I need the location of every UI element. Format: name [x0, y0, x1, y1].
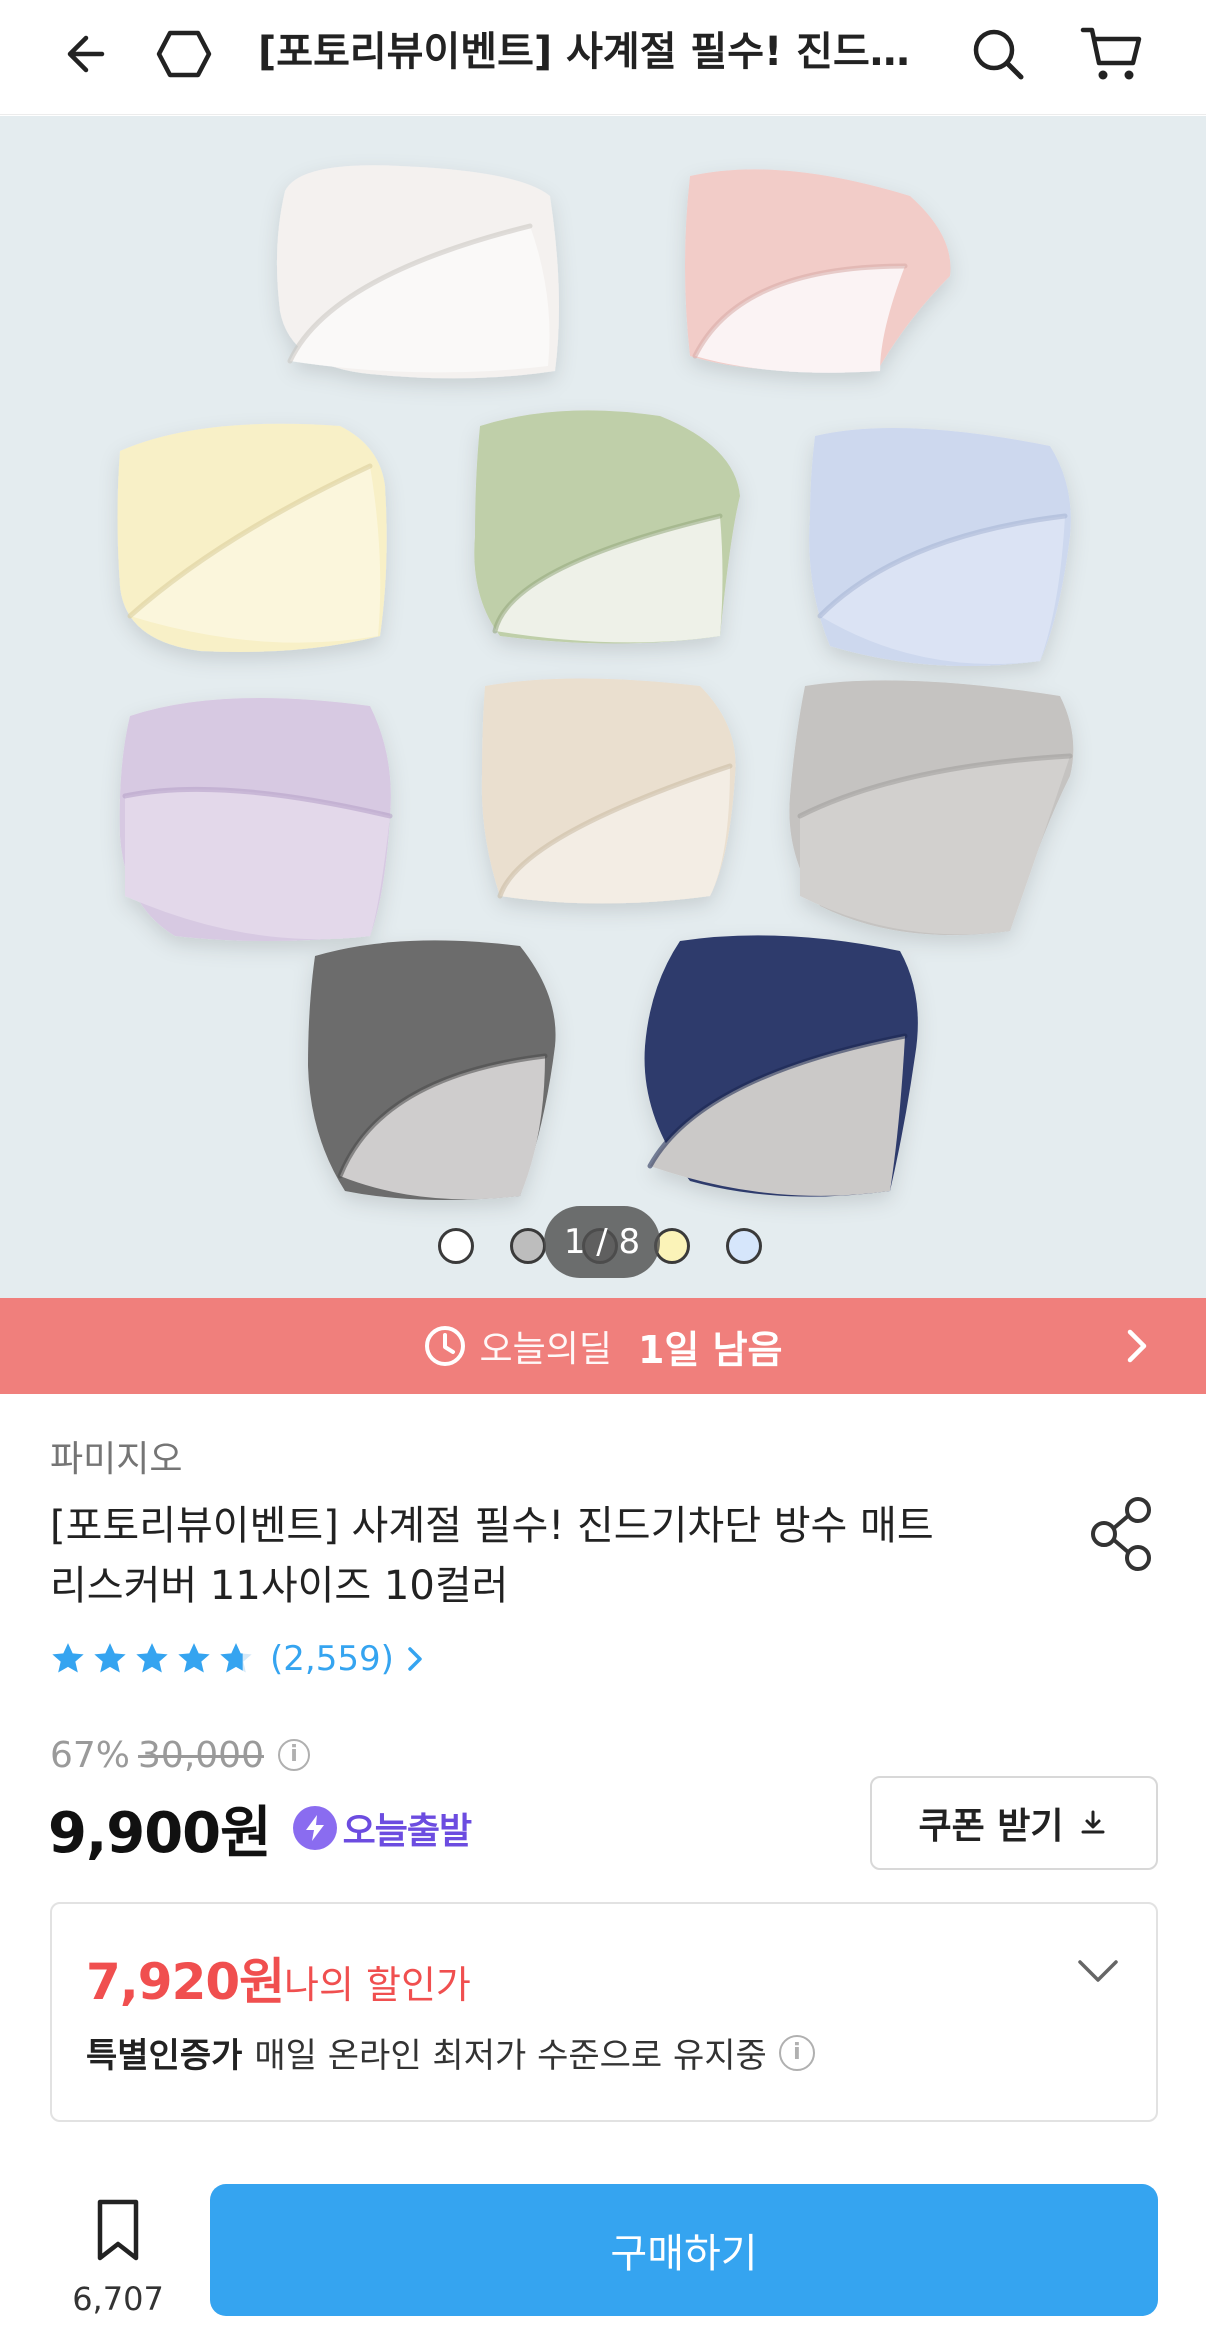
- arrow-left-icon: [67, 35, 105, 73]
- home-button[interactable]: [144, 14, 224, 94]
- product-photo: [117, 165, 1074, 1200]
- search-button[interactable]: [958, 14, 1038, 94]
- swatch-blue[interactable]: [726, 1228, 762, 1264]
- info-icon[interactable]: i: [277, 1739, 310, 1771]
- deal-label: 오늘의딜: [479, 1329, 612, 1370]
- my-discount-label: 나의 할인가: [284, 1963, 471, 2007]
- info-icon[interactable]: i: [778, 2034, 815, 2071]
- cert-title: 특별인증가: [86, 2036, 243, 2076]
- bookmark-icon: [97, 2199, 139, 2261]
- share-button[interactable]: [1086, 1494, 1158, 1574]
- star-icon: [52, 1643, 84, 1673]
- my-discount-price: 7,920원: [86, 1953, 285, 2011]
- lightning-icon: [292, 1806, 337, 1850]
- page-title: [포토리뷰이벤트] 사계절 필수! 진드기차단 방수 매트리스커버 11사이즈 …: [258, 29, 934, 75]
- same-day-shipping-badge: 오늘출발: [292, 1802, 472, 1854]
- shipping-badge-label: 오늘출발: [342, 1811, 472, 1852]
- top-app-bar: [포토리뷰이벤트] 사계절 필수! 진드기차단 방수 매트리스커버 11사이즈 …: [0, 0, 1206, 115]
- swatch-light-gray[interactable]: [510, 1228, 546, 1264]
- sale-price: 9,900원: [48, 1800, 272, 1866]
- my-discount-box[interactable]: 7,920원 나의 할인가 특별인증가 매일 온라인 최저가 수준으로 유지중 …: [50, 1902, 1158, 2122]
- download-icon: [1081, 1810, 1104, 1834]
- deal-remaining: 1일 남음: [637, 1327, 783, 1372]
- special-certified-price: 특별인증가 매일 온라인 최저가 수준으로 유지중 i: [86, 2028, 815, 2077]
- star-icon: [94, 1643, 126, 1673]
- original-price: 30,000: [138, 1734, 264, 1776]
- discount-row: 67% 30,000 i: [50, 1730, 310, 1780]
- brand-name[interactable]: 파미지오: [50, 1430, 182, 1482]
- star-icon: [136, 1643, 168, 1673]
- star-half-icon: [220, 1643, 252, 1673]
- chevron-down-icon[interactable]: [1072, 1950, 1124, 1990]
- product-title: [포토리뷰이벤트] 사계절 필수! 진드기차단 방수 매트리스커버 11사이즈 …: [50, 1503, 934, 1609]
- search-icon: [973, 29, 1024, 80]
- chevron-right-icon: [1127, 1329, 1147, 1363]
- clock-icon: [425, 1326, 466, 1366]
- product-image-gallery[interactable]: 1 / 8: [0, 116, 1206, 1298]
- coupon-button-label: 쿠폰 받기: [918, 1806, 1064, 1847]
- star-rating: [48, 1639, 256, 1679]
- rating-summary[interactable]: (2,559): [48, 1634, 428, 1684]
- price-row: 9,900원 오늘출발: [48, 1790, 472, 1866]
- cart-icon: [1080, 27, 1142, 80]
- cart-button[interactable]: [1072, 14, 1152, 94]
- swatch-white[interactable]: [438, 1228, 474, 1264]
- star-icon: [178, 1643, 210, 1673]
- home-icon: [156, 30, 212, 78]
- share-icon: [1091, 1497, 1151, 1571]
- image-counter: 1 / 8: [544, 1206, 660, 1278]
- cert-description: 매일 온라인 최저가 수준으로 유지중: [254, 2036, 767, 2076]
- bookmark-button[interactable]: 6,707: [58, 2188, 178, 2318]
- chevron-right-icon: [408, 1647, 422, 1671]
- review-count: (2,559): [270, 1639, 394, 1679]
- back-button[interactable]: [50, 14, 130, 94]
- buy-button[interactable]: 구매하기: [210, 2184, 1158, 2316]
- get-coupon-button[interactable]: 쿠폰 받기: [870, 1776, 1158, 1870]
- todays-deal-banner[interactable]: 오늘의딜 1일 남음: [0, 1298, 1206, 1394]
- discount-percent: 67%: [50, 1734, 131, 1776]
- bookmark-count: 6,707: [72, 2280, 164, 2318]
